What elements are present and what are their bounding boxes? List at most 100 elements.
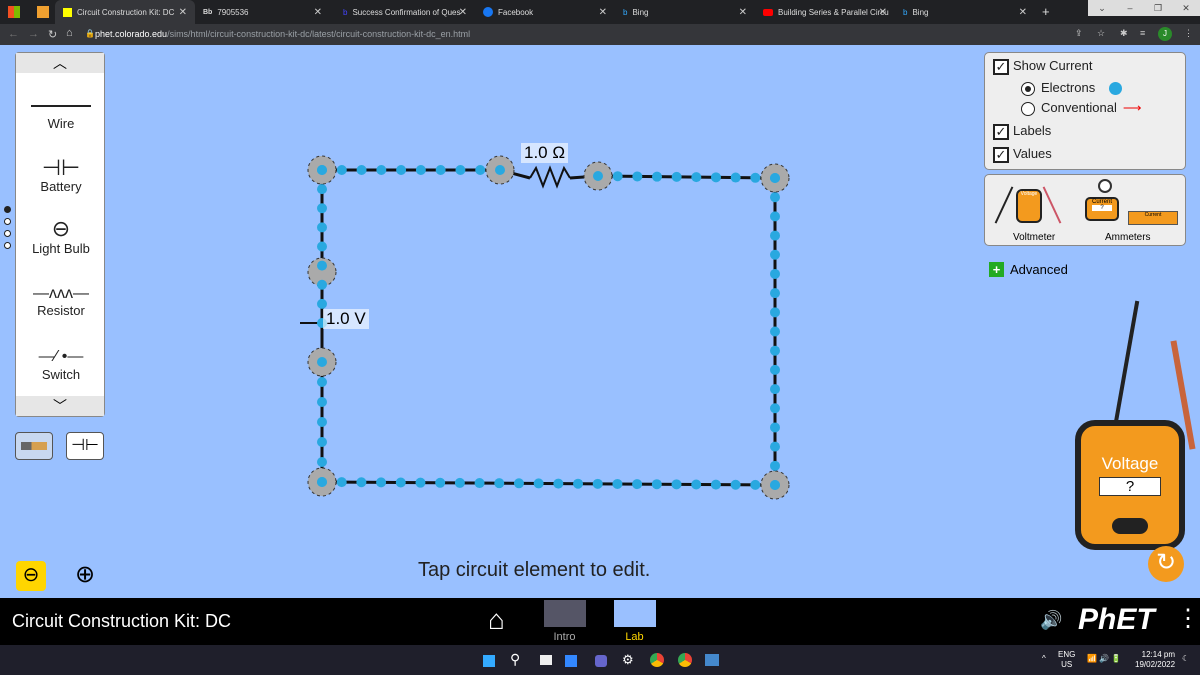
- battery-value-label[interactable]: 1.0 V: [323, 309, 369, 329]
- electron: [435, 477, 446, 488]
- ammeter-dial-icon: [1098, 179, 1112, 193]
- electron: [770, 211, 780, 222]
- electron: [336, 165, 347, 175]
- electron: [317, 165, 327, 175]
- electron: [750, 479, 761, 490]
- electron: [632, 479, 643, 490]
- start-button[interactable]: [483, 655, 495, 667]
- phet-menu-button[interactable]: ⋮: [1176, 604, 1200, 633]
- electron: [750, 172, 761, 183]
- electron: [710, 479, 721, 490]
- tray-chevron-icon[interactable]: ^: [1042, 654, 1046, 663]
- electron: [770, 441, 780, 452]
- notifications-icon[interactable]: ☾: [1182, 654, 1189, 663]
- electron: [533, 478, 544, 489]
- values-checkbox[interactable]: ✓ Values: [993, 146, 1052, 163]
- reset-all-button[interactable]: ↻: [1148, 546, 1184, 582]
- electrons-radio[interactable]: Electrons: [1021, 80, 1123, 96]
- settings-icon[interactable]: ⚙: [622, 652, 634, 668]
- electron: [770, 288, 780, 299]
- electron: [317, 298, 327, 309]
- electron: [770, 364, 780, 375]
- electron: [770, 326, 780, 337]
- widgets-icon[interactable]: [565, 655, 577, 667]
- electron: [770, 422, 780, 433]
- screen-intro-button[interactable]: Intro: [542, 600, 587, 643]
- labels-checkbox[interactable]: ✓ Labels: [993, 123, 1051, 140]
- electron: [317, 377, 327, 387]
- electron: [396, 165, 407, 175]
- photos-icon[interactable]: [705, 654, 719, 666]
- plus-icon: +: [989, 262, 1004, 277]
- electron: [356, 165, 367, 175]
- electron: [415, 165, 426, 175]
- electron: [730, 172, 741, 183]
- electron: [475, 165, 486, 175]
- task-view-icon[interactable]: [540, 655, 552, 665]
- electron: [317, 457, 327, 467]
- resistor-value-label[interactable]: 1.0 Ω: [521, 143, 569, 163]
- electron: [455, 165, 466, 175]
- electron: [770, 173, 780, 183]
- electron: [770, 230, 780, 241]
- meters-panel: Voltage Voltmeter Current? Current Ammet…: [984, 174, 1186, 246]
- electron: [770, 384, 780, 395]
- voltmeter-icon: Voltage: [1016, 189, 1042, 223]
- electron: [671, 479, 682, 490]
- sound-toggle-icon[interactable]: 🔊: [1040, 610, 1062, 631]
- electron: [691, 479, 702, 490]
- voltmeter-tool[interactable]: Voltage: [994, 181, 1062, 231]
- wire[interactable]: [597, 174, 776, 180]
- electron: [770, 460, 780, 471]
- clock[interactable]: 12:14 pm 19/02/2022: [1135, 650, 1175, 670]
- home-button[interactable]: ⌂: [488, 606, 505, 634]
- search-icon[interactable]: ⚲: [510, 651, 520, 668]
- electron: [770, 268, 780, 279]
- electron: [612, 171, 623, 182]
- show-current-checkbox[interactable]: ✓ Show Current: [993, 58, 1092, 75]
- electron: [317, 184, 327, 195]
- electron: [770, 307, 780, 318]
- resistor[interactable]: [529, 165, 571, 189]
- electron: [395, 477, 406, 488]
- electron: [317, 222, 327, 233]
- chrome-active-icon[interactable]: [678, 653, 692, 667]
- voltmeter-label: Voltmeter: [1013, 232, 1056, 243]
- sim-title: Circuit Construction Kit: DC: [12, 611, 232, 631]
- conventional-radio[interactable]: Conventional ⟶: [1021, 100, 1142, 116]
- ammeter-tool[interactable]: Current?: [1085, 197, 1119, 221]
- electron: [336, 477, 347, 488]
- electron: [593, 171, 603, 181]
- display-options-panel: ✓ Show Current Electrons Conventional ⟶ ✓ L…: [984, 52, 1186, 170]
- probe-jacks: [1112, 518, 1148, 534]
- electron: [671, 171, 682, 182]
- electron: [317, 241, 327, 252]
- windows-taskbar: ⚲ ⚙ ^ ENG US 📶 🔊 🔋 12:14 pm 19/02/2022 ☾: [0, 645, 1200, 675]
- electron: [730, 479, 741, 490]
- wifi-volume-battery-icons[interactable]: 📶 🔊 🔋: [1087, 654, 1121, 663]
- electron: [652, 171, 662, 182]
- electron: [317, 260, 327, 271]
- electron: [317, 477, 327, 487]
- chrome-icon[interactable]: [650, 653, 664, 667]
- clip-ammeter-tool[interactable]: Current: [1128, 211, 1178, 225]
- screen-lab-button[interactable]: Lab: [612, 600, 657, 643]
- electron: [612, 478, 623, 489]
- electron: [651, 479, 662, 490]
- hint-text: Tap circuit element to edit.: [418, 559, 651, 581]
- electron: [454, 477, 465, 488]
- wire[interactable]: [321, 480, 776, 487]
- electron: [317, 357, 327, 367]
- phet-logo: PhET: [1078, 603, 1155, 636]
- navigation-bar: Circuit Construction Kit: DC ⌂ Intro Lab…: [0, 598, 1200, 645]
- electron: [770, 192, 780, 203]
- ammeters-label: Ammeters: [1105, 232, 1151, 243]
- voltmeter-body[interactable]: Voltage ?: [1075, 420, 1185, 550]
- advanced-toggle[interactable]: + Advanced: [989, 262, 1068, 277]
- electron: [495, 165, 505, 175]
- language-indicator[interactable]: ENG US: [1058, 650, 1075, 670]
- electron: [376, 477, 387, 488]
- electron: [711, 172, 721, 183]
- electron: [376, 165, 387, 175]
- teams-icon[interactable]: [595, 655, 607, 667]
